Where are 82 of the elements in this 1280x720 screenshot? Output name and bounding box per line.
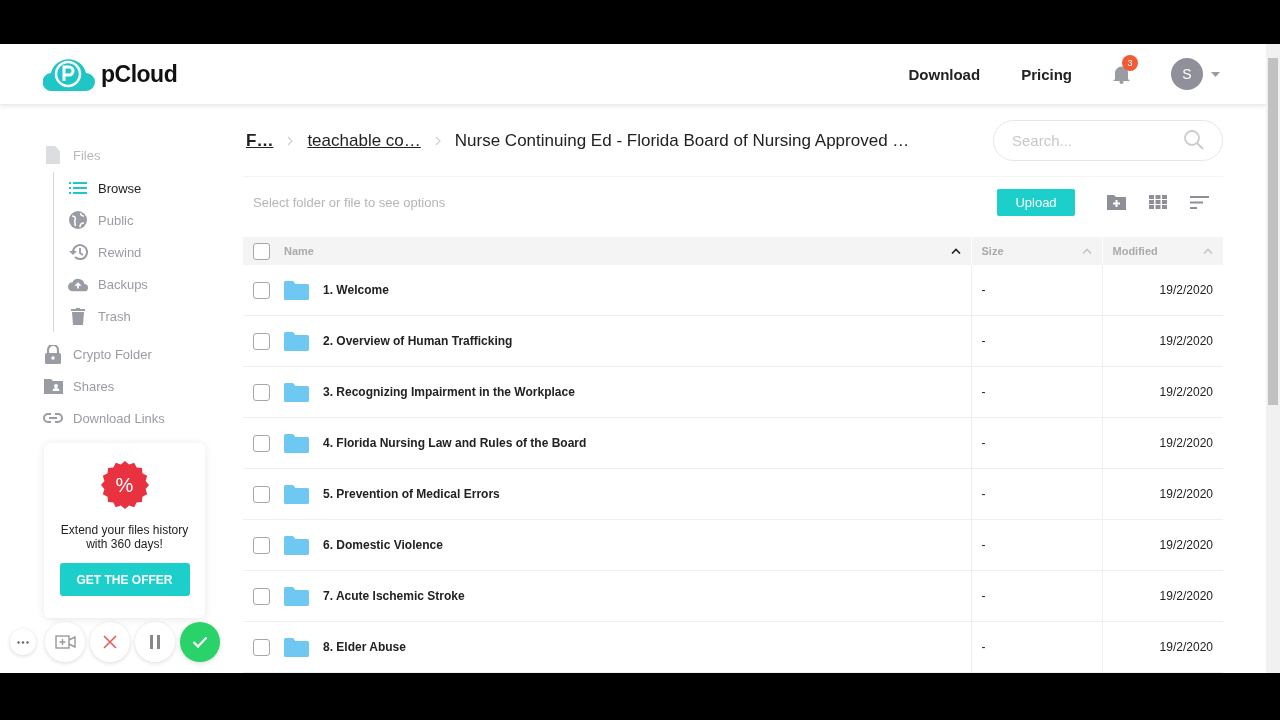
camera-button[interactable] <box>45 622 85 662</box>
new-folder-icon[interactable] <box>1107 194 1126 211</box>
size-cell: - <box>981 538 986 552</box>
folder-icon <box>284 535 309 555</box>
modified-cell: 19/2/2020 <box>1159 334 1213 348</box>
sidebar-item[interactable]: Browse <box>68 172 142 204</box>
logo-text: pCloud <box>101 60 178 88</box>
folder-name[interactable]: 1. Welcome <box>323 283 389 297</box>
shared-folder-icon <box>43 378 63 394</box>
chevron-icon <box>287 135 294 146</box>
size-cell: - <box>981 283 986 297</box>
modified-cell: 19/2/2020 <box>1159 487 1213 501</box>
checkbox[interactable] <box>253 485 270 503</box>
modified-cell: 19/2/2020 <box>1159 436 1213 450</box>
logo-icon <box>43 57 95 91</box>
trash-icon <box>71 307 85 325</box>
breadcrumb-current[interactable]: Nurse Continuing Ed - Florida Board of Nursing Approved … <box>454 130 910 151</box>
nav-link[interactable]: Download <box>908 65 981 83</box>
checkbox[interactable] <box>253 242 270 260</box>
folder-name[interactable]: 5. Prevention of Medical Errors <box>323 487 500 501</box>
size-cell: - <box>981 640 986 654</box>
breadcrumb-link[interactable]: F… <box>246 130 274 151</box>
breadcrumb-link[interactable]: teachable co… <box>307 130 421 151</box>
checkbox[interactable] <box>253 332 270 350</box>
checkbox[interactable] <box>253 434 270 452</box>
lock-icon <box>45 344 61 364</box>
notification-badge: 3 <box>1122 54 1138 71</box>
size-cell: - <box>981 589 986 603</box>
modified-cell: 19/2/2020 <box>1159 640 1213 654</box>
selection-hint: Select folder or file to see options <box>253 194 446 210</box>
folder-icon <box>284 586 309 606</box>
modified-cell: 19/2/2020 <box>1159 283 1213 297</box>
folder-name[interactable]: 8. Elder Abuse <box>323 640 406 654</box>
folder-name[interactable]: 3. Recognizing Impairment in the Workplace <box>323 385 575 399</box>
bell-icon[interactable] <box>1113 64 1130 84</box>
pause-button[interactable] <box>135 622 175 662</box>
folder-icon <box>284 433 309 453</box>
checkbox[interactable] <box>253 536 270 554</box>
size-cell: - <box>981 487 986 501</box>
more-button[interactable] <box>10 629 36 655</box>
list-icon <box>69 181 87 195</box>
folder-name[interactable]: 7. Acute Ischemic Stroke <box>323 589 465 603</box>
folder-icon <box>284 484 309 504</box>
pause-icon[interactable] <box>150 635 160 649</box>
sort-icon[interactable] <box>1190 195 1209 209</box>
folder-name[interactable]: 2. Overview of Human Trafficking <box>323 334 513 348</box>
checkbox[interactable] <box>253 587 270 605</box>
checkbox[interactable] <box>253 383 270 401</box>
folder-icon <box>284 637 309 657</box>
video-camera-icon[interactable] <box>54 635 76 649</box>
folder-name[interactable]: 4. Florida Nursing Law and Rules of the Board <box>323 436 587 450</box>
cloud-upload-icon <box>68 276 88 292</box>
history-icon <box>68 243 88 261</box>
checkbox[interactable] <box>253 281 270 299</box>
nav-link[interactable]: Pricing <box>1021 65 1072 83</box>
file-icon <box>45 146 61 164</box>
modified-cell: 19/2/2020 <box>1159 589 1213 603</box>
more-icon[interactable] <box>17 640 29 644</box>
cancel-button[interactable] <box>90 622 130 662</box>
checkbox[interactable] <box>253 638 270 656</box>
caret-icon[interactable] <box>1211 71 1220 77</box>
grid-icon[interactable] <box>1149 195 1167 210</box>
modified-cell: 19/2/2020 <box>1159 538 1213 552</box>
size-cell: - <box>981 436 986 450</box>
globe-icon <box>69 211 87 229</box>
scrollbar-thumb[interactable] <box>1268 58 1278 405</box>
folder-icon <box>284 331 309 351</box>
size-cell: - <box>981 334 986 348</box>
promo-text: Extend your files history with 360 days! <box>59 523 190 551</box>
folder-icon <box>284 382 309 402</box>
chevron-icon <box>434 135 441 146</box>
confirm-button[interactable] <box>180 622 220 662</box>
search-icon[interactable] <box>1184 130 1204 151</box>
folder-name[interactable]: 6. Domestic Violence <box>323 538 443 552</box>
size-cell: - <box>981 385 986 399</box>
modified-cell: 19/2/2020 <box>1159 385 1213 399</box>
link-icon <box>43 413 63 423</box>
folder-icon <box>284 280 309 300</box>
close-icon[interactable] <box>103 635 117 649</box>
discount-badge: % <box>100 461 149 509</box>
checkmark-icon[interactable] <box>192 636 208 648</box>
scrollbar[interactable] <box>1266 44 1280 673</box>
